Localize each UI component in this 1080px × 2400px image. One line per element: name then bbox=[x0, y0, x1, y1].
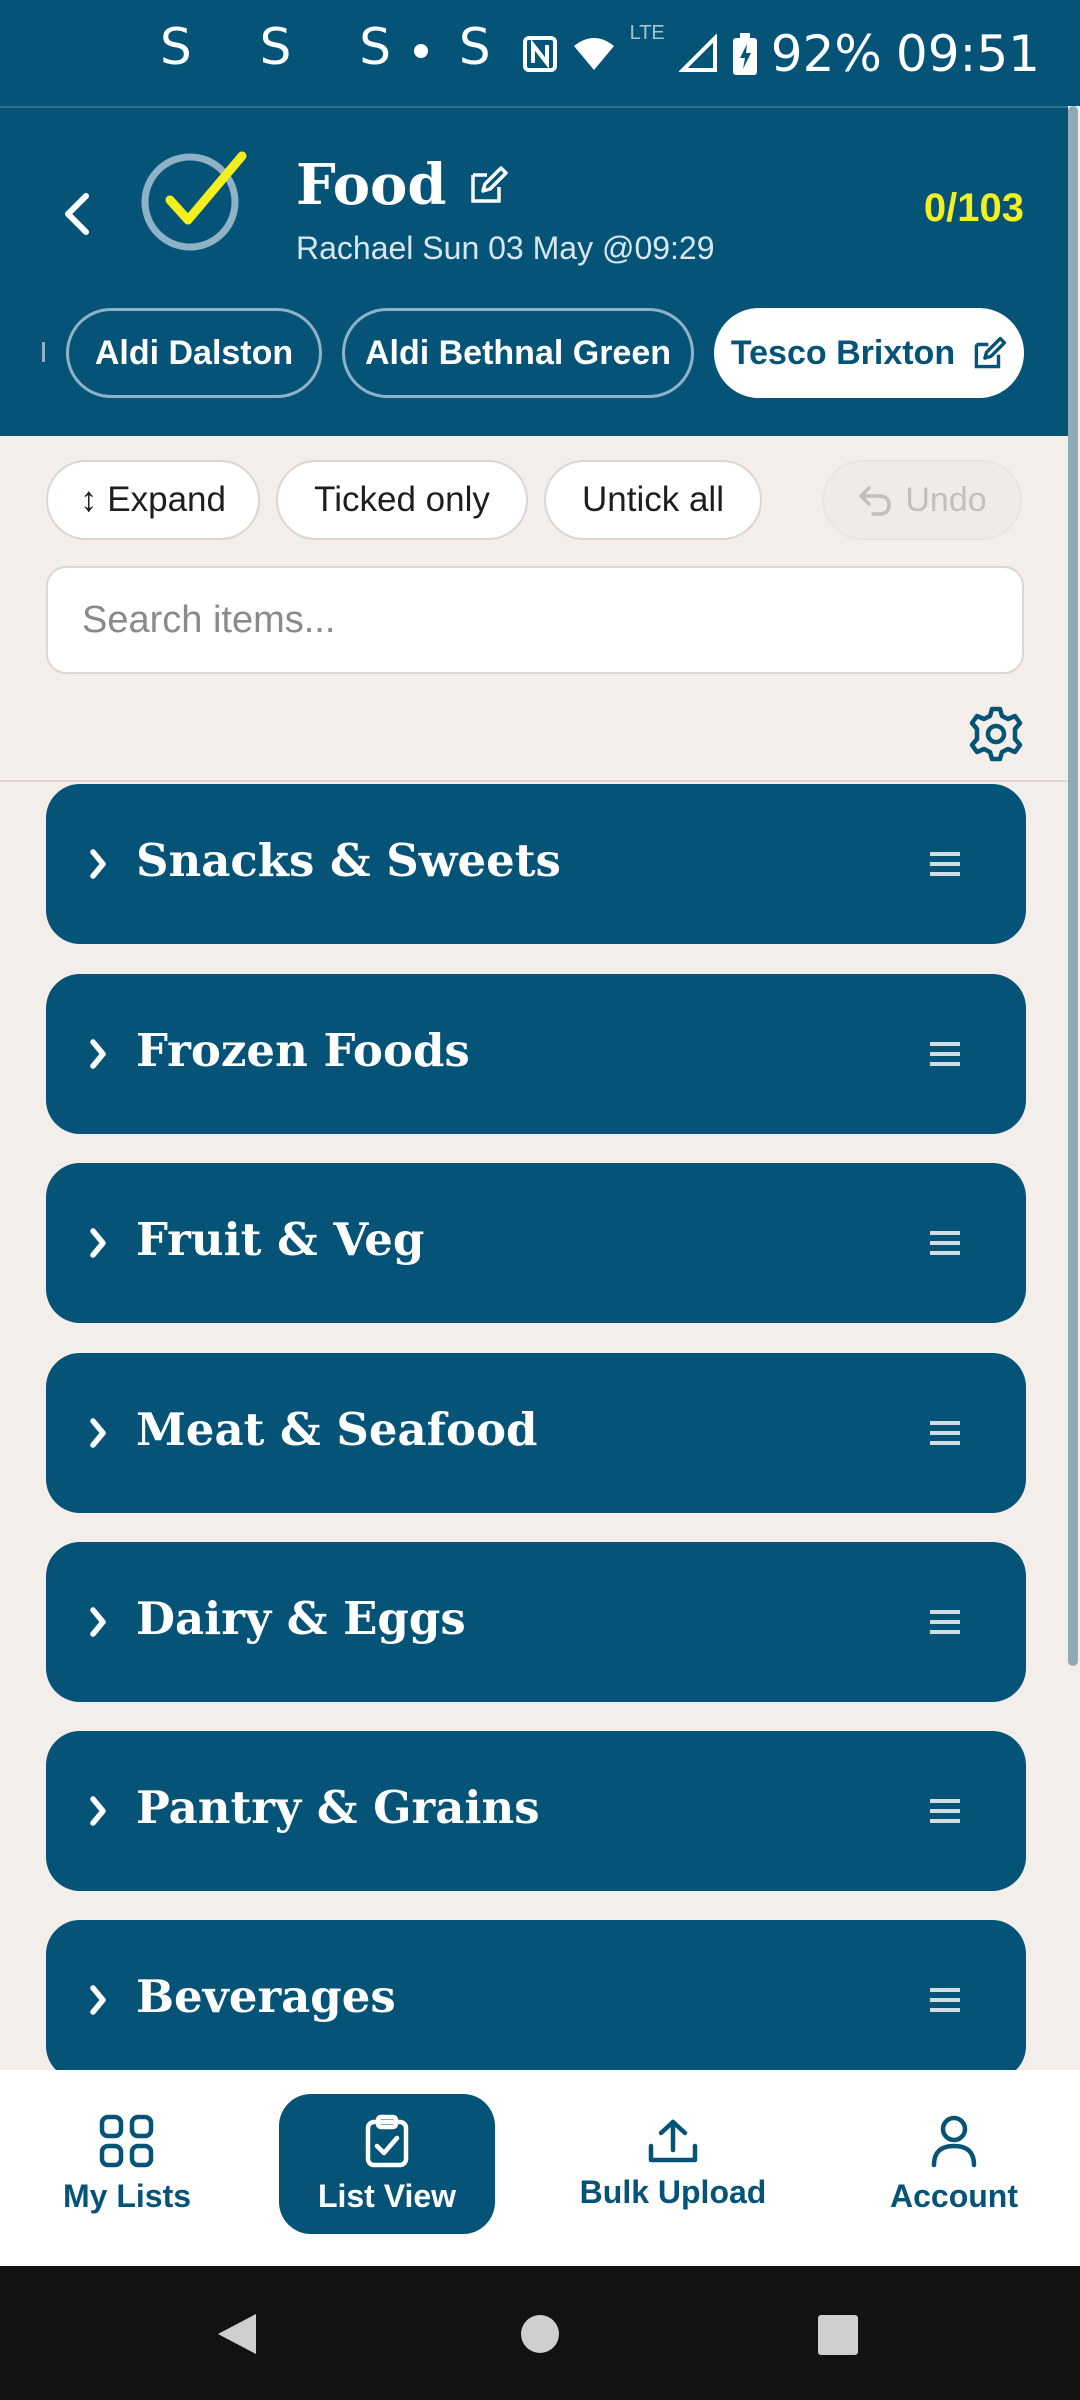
chevron-right-icon bbox=[86, 1219, 110, 1267]
bottom-navigation: My Lists List View Bulk Upload Account bbox=[0, 2070, 1080, 2266]
category-name: Fruit & Veg bbox=[136, 1213, 425, 1266]
nav-list-view[interactable]: List View bbox=[279, 2094, 495, 2234]
category-row-beverages[interactable]: Beverages bbox=[46, 1920, 1026, 2070]
signal-icon bbox=[678, 34, 719, 74]
chevron-right-icon bbox=[86, 1030, 110, 1078]
list-header: Food Rachael Sun 03 May @09:29 0/103 Ald… bbox=[0, 106, 1080, 436]
lte-label: LTE bbox=[629, 22, 665, 44]
upload-icon bbox=[648, 2119, 698, 2162]
nav-bulk-upload[interactable]: Bulk Upload bbox=[566, 2094, 780, 2234]
scrollbar-thumb[interactable] bbox=[1068, 106, 1078, 1666]
drag-handle-icon[interactable] bbox=[930, 850, 960, 878]
category-row-fruit-veg[interactable]: Fruit & Veg bbox=[46, 1163, 1026, 1323]
drag-handle-icon[interactable] bbox=[930, 1986, 960, 2014]
edit-title-icon[interactable] bbox=[469, 165, 509, 205]
system-recents-icon[interactable] bbox=[818, 2315, 858, 2355]
clock: 09:51 bbox=[895, 25, 1040, 83]
store-chip-aldi-dalston[interactable]: Aldi Dalston bbox=[66, 308, 322, 398]
chevron-right-icon bbox=[86, 1409, 110, 1457]
chevron-right-icon bbox=[86, 840, 110, 888]
store-selector: Aldi Dalston Aldi Bethnal Green Tesco Br… bbox=[0, 308, 1080, 404]
category-name: Frozen Foods bbox=[136, 1024, 470, 1077]
category-row-pantry-grains[interactable]: Pantry & Grains bbox=[46, 1731, 1026, 1891]
settings-gear-icon[interactable] bbox=[966, 704, 1026, 764]
back-button[interactable] bbox=[52, 184, 102, 244]
category-list: Snacks & Sweets Frozen Foods Fruit & Veg… bbox=[46, 784, 1026, 2070]
chevron-left-icon bbox=[65, 193, 89, 235]
category-name: Dairy & Eggs bbox=[136, 1592, 466, 1645]
notification-icons: S S S S bbox=[160, 18, 517, 76]
system-back-icon[interactable] bbox=[216, 2312, 258, 2356]
list-complete-icon bbox=[138, 144, 248, 254]
clipboard-check-icon bbox=[365, 2114, 409, 2167]
category-name: Snacks & Sweets bbox=[136, 834, 561, 887]
store-chip-aldi-bethnal-green[interactable]: Aldi Bethnal Green bbox=[342, 308, 694, 398]
category-name: Pantry & Grains bbox=[136, 1781, 540, 1834]
store-chip-tesco-brixton[interactable]: Tesco Brixton bbox=[714, 308, 1024, 398]
list-subtitle: Rachael Sun 03 May @09:29 bbox=[296, 230, 715, 266]
store-chip-overflow-edge bbox=[42, 342, 45, 362]
store-chip-label: Aldi Bethnal Green bbox=[364, 333, 672, 372]
nav-label: My Lists bbox=[62, 2177, 192, 2214]
nav-account[interactable]: Account bbox=[870, 2094, 1038, 2234]
ticked-counter: 0/103 bbox=[923, 186, 1024, 230]
drag-handle-icon[interactable] bbox=[930, 1608, 960, 1636]
nfc-icon bbox=[522, 35, 558, 73]
notification-dot bbox=[414, 44, 428, 58]
ticked-only-button[interactable]: Ticked only bbox=[276, 460, 528, 540]
battery-percent: 92% bbox=[770, 25, 882, 83]
nav-label: Bulk Upload bbox=[579, 2173, 767, 2210]
drag-handle-icon[interactable] bbox=[930, 1797, 960, 1825]
wifi-icon bbox=[572, 36, 616, 72]
status-bar: S S S S LTE 92% 09:51 bbox=[0, 0, 1080, 106]
store-chip-label: Tesco Brixton bbox=[730, 333, 956, 372]
undo-button[interactable]: Undo bbox=[822, 460, 1022, 540]
system-home-icon[interactable] bbox=[520, 2314, 560, 2354]
divider bbox=[0, 780, 1068, 782]
chevron-right-icon bbox=[86, 1787, 110, 1835]
chevron-right-icon bbox=[86, 1598, 110, 1646]
category-row-dairy-eggs[interactable]: Dairy & Eggs bbox=[46, 1542, 1026, 1702]
system-navigation-bar bbox=[0, 2266, 1080, 2400]
store-chip-label: Aldi Dalston bbox=[94, 333, 294, 372]
drag-handle-icon[interactable] bbox=[930, 1229, 960, 1257]
undo-label: Undo bbox=[905, 480, 987, 519]
category-row-meat-seafood[interactable]: Meat & Seafood bbox=[46, 1353, 1026, 1513]
category-row-frozen-foods[interactable]: Frozen Foods bbox=[46, 974, 1026, 1134]
edit-store-icon[interactable] bbox=[973, 336, 1007, 370]
chevron-right-icon bbox=[86, 1976, 110, 2024]
nav-label: Account bbox=[890, 2177, 1018, 2214]
expand-button[interactable]: ↕ Expand bbox=[46, 460, 260, 540]
category-name: Meat & Seafood bbox=[136, 1403, 538, 1456]
drag-handle-icon[interactable] bbox=[930, 1040, 960, 1068]
nav-label: List View bbox=[317, 2177, 457, 2214]
nav-my-lists[interactable]: My Lists bbox=[36, 2094, 218, 2234]
undo-icon bbox=[859, 486, 892, 516]
person-icon bbox=[931, 2115, 977, 2167]
grid-icon bbox=[99, 2114, 154, 2167]
list-title: Food bbox=[296, 152, 447, 218]
category-name: Beverages bbox=[136, 1970, 396, 2023]
category-row-snacks-sweets[interactable]: Snacks & Sweets bbox=[46, 784, 1026, 944]
untick-all-button[interactable]: Untick all bbox=[544, 460, 762, 540]
battery-charging-icon bbox=[732, 33, 757, 75]
drag-handle-icon[interactable] bbox=[930, 1419, 960, 1447]
search-input[interactable] bbox=[46, 566, 1024, 674]
